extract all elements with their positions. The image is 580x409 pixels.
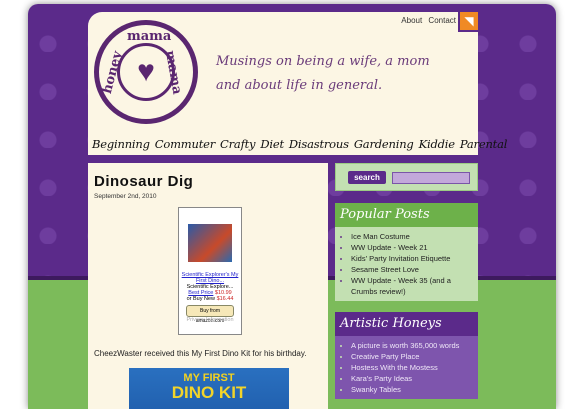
post-content: Dinosaur Dig September 2nd, 2010 Scienti… xyxy=(88,163,328,409)
tagline: Musings on being a wife, a mom and about… xyxy=(216,54,430,93)
popular-post-link[interactable]: Ice Man Costume xyxy=(351,231,478,242)
privacy-link[interactable]: Privacy Information xyxy=(179,317,241,323)
buy-new-price: $16.44 xyxy=(216,296,234,302)
rss-icon[interactable]: ◥ xyxy=(458,12,478,32)
nav-gardening[interactable]: Gardening xyxy=(354,137,414,151)
search-button[interactable]: search xyxy=(348,171,386,184)
search-input[interactable] xyxy=(392,172,470,184)
nav-diet[interactable]: Diet xyxy=(260,137,284,151)
product-link[interactable]: Scientific Explorer's My First Dino... xyxy=(179,272,241,284)
popular-post-link[interactable]: Kids' Party Invitation Etiquette xyxy=(351,253,478,264)
artistic-honeys-widget: Artistic Honeys A picture is worth 365,0… xyxy=(335,312,478,399)
blogroll-link[interactable]: A picture is worth 365,000 words xyxy=(351,340,478,351)
blogroll-link[interactable]: Creative Party Place xyxy=(351,351,478,362)
popular-posts-widget: Popular Posts Ice Man Costume WW Update … xyxy=(335,203,478,301)
category-nav: Beginning Commuter Crafty Diet Disastrous Gar… xyxy=(92,137,512,151)
nav-disastrous[interactable]: Disastrous xyxy=(289,137,349,151)
popular-post-link[interactable]: WW Update - Week 35 (and a Crumbs review… xyxy=(351,275,478,297)
popular-post-link[interactable]: WW Update - Week 21 xyxy=(351,242,478,253)
popular-posts-title: Popular Posts xyxy=(335,203,478,227)
post-body: CheezWaster received this My First Dino … xyxy=(94,349,307,358)
contact-link[interactable]: Contact xyxy=(428,16,456,25)
nav-parental[interactable]: Parental xyxy=(460,137,508,151)
artistic-honeys-title: Artistic Honeys xyxy=(335,312,478,336)
buy-amazon-button[interactable]: Buy from amazon.com xyxy=(186,305,234,324)
nav-crafty[interactable]: Crafty xyxy=(220,137,256,151)
buy-new-label: or Buy New xyxy=(186,296,216,302)
post-title[interactable]: Dinosaur Dig xyxy=(94,173,193,190)
blog-page: mama mama honey ♥ Musings on being a wif… xyxy=(28,4,556,409)
photo-text: DINO KIT xyxy=(171,383,247,402)
search-box: search xyxy=(335,163,478,191)
blogroll-link[interactable]: Hostess With the Mostess xyxy=(351,362,478,373)
header: mama mama honey ♥ Musings on being a wif… xyxy=(88,12,507,155)
blogroll-link[interactable]: Kara's Party Ideas xyxy=(351,373,478,384)
dino-kit-photo: MY FIRST DINO KIT xyxy=(129,368,289,409)
nav-commuter[interactable]: Commuter xyxy=(155,137,215,151)
nav-kiddie[interactable]: Kiddie xyxy=(419,137,455,151)
amazon-widget: Scientific Explorer's My First Dino... S… xyxy=(178,207,242,335)
logo[interactable]: mama mama honey ♥ xyxy=(94,20,198,124)
top-links: About Contact xyxy=(397,16,456,25)
nav-beginning[interactable]: Beginning xyxy=(92,137,150,151)
blogroll-link[interactable]: Swanky Tables xyxy=(351,384,478,395)
product-image[interactable] xyxy=(188,224,232,262)
post-date: September 2nd, 2010 xyxy=(94,193,157,200)
about-link[interactable]: About xyxy=(401,16,422,25)
heart-icon: ♥ xyxy=(137,55,155,88)
logo-text: mama xyxy=(127,29,172,44)
popular-post-link[interactable]: Sesame Street Love xyxy=(351,264,478,275)
